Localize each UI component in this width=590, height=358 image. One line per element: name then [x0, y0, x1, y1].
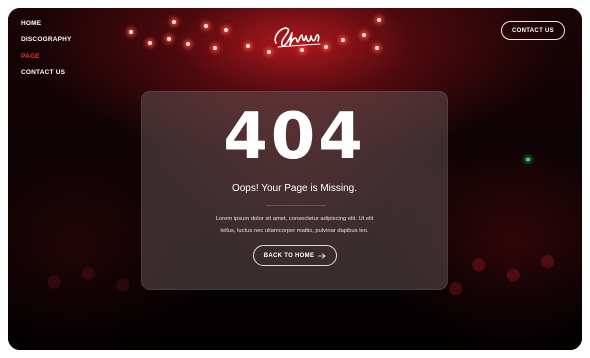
contact-us-button[interactable]: CONTACT US	[501, 21, 565, 40]
page-frame: HOME DISCOGRAPHY PAGE CONTACT US CONTACT…	[8, 8, 582, 350]
nav-item-page[interactable]: PAGE	[21, 53, 72, 69]
error-description-line-2: tellus, luctus nec ullamcorper mattis, p…	[220, 227, 369, 234]
divider	[266, 205, 326, 206]
nav-item-home[interactable]: HOME	[21, 20, 72, 36]
signature-logo[interactable]	[270, 21, 324, 51]
error-description-line-1: Lorem ipsum dolor sit amet, consectetur …	[215, 216, 374, 222]
signature-logo-graphic	[274, 27, 321, 48]
nav-item-discography[interactable]: DISCOGRAPHY	[21, 36, 72, 52]
nav-item-contact-us[interactable]: CONTACT US	[21, 69, 72, 85]
error-description: Lorem ipsum dolor sit amet, consectetur …	[202, 214, 387, 237]
arrow-right-icon	[318, 252, 326, 259]
error-headline: Oops! Your Page is Missing.	[231, 183, 358, 194]
exit-light	[526, 158, 530, 161]
error-code: 404	[223, 100, 366, 174]
error-card: 404 Oops! Your Page is Missing. Lorem ip…	[141, 91, 448, 290]
back-to-home-label: BACK TO HOME	[263, 252, 315, 259]
main-nav: HOME DISCOGRAPHY PAGE CONTACT US	[21, 20, 72, 85]
back-to-home-button[interactable]: BACK TO HOME	[253, 245, 337, 266]
